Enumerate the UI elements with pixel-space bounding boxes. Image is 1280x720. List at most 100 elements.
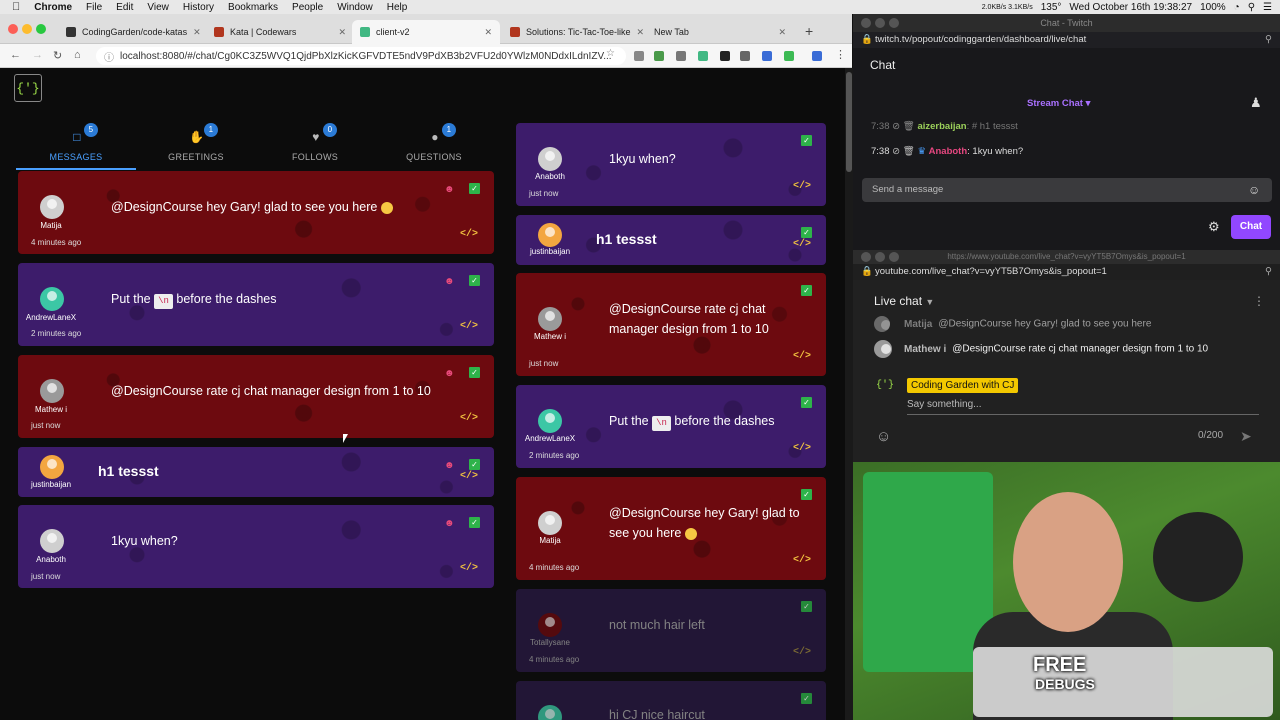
extension-icon[interactable]	[812, 51, 822, 61]
checkbox-checked-icon[interactable]: ✓	[801, 285, 812, 296]
checkbox-checked-icon[interactable]: ✓	[469, 517, 480, 528]
wifi-icon[interactable]: ◔	[1234, 2, 1240, 13]
minimize-window-icon[interactable]	[875, 18, 885, 28]
minimize-window-icon[interactable]	[875, 252, 885, 262]
maximize-window-icon[interactable]	[36, 24, 46, 34]
zoom-icon[interactable]: ⚲	[1265, 264, 1272, 280]
menu-people[interactable]: People	[292, 2, 323, 13]
new-tab-icon[interactable]: +	[805, 23, 813, 39]
code-icon[interactable]: </>	[793, 555, 811, 566]
checkbox-checked-icon[interactable]: ✓	[469, 367, 480, 378]
user-add-icon[interactable]: ☻	[444, 518, 458, 529]
close-window-icon[interactable]	[861, 252, 871, 262]
vue-devtools-icon[interactable]	[698, 51, 708, 61]
tab-follows[interactable]: ♥ 0 FOLLOWS	[255, 118, 375, 170]
browser-tab-solutions[interactable]: Solutions: Tic-Tac-Toe-like ✕	[502, 20, 650, 44]
message-card[interactable]: Totallysane 4 minutes ago not much hair …	[516, 589, 826, 672]
checkbox-checked-icon[interactable]: ✓	[801, 693, 812, 704]
chat-username[interactable]: Anaboth	[929, 146, 968, 157]
close-tab-icon[interactable]: ✕	[338, 27, 346, 38]
minimize-window-icon[interactable]	[22, 24, 32, 34]
address-bar[interactable]: ⓘ localhost:8080/#/chat/Cg0KC3Z5WVQ1QjdP…	[96, 47, 626, 65]
more-menu-icon[interactable]: ⋮	[835, 48, 846, 61]
message-card[interactable]: AndrewLaneX 2 minutes ago Put the \n bef…	[516, 385, 826, 468]
message-card[interactable]: Mathew i just now @DesignCourse rate cj …	[516, 273, 826, 376]
extension-icon[interactable]	[762, 51, 772, 61]
close-tab-icon[interactable]: ✕	[484, 27, 492, 38]
code-icon[interactable]: </>	[460, 471, 478, 482]
menu-window[interactable]: Window	[337, 2, 373, 13]
maximize-window-icon[interactable]	[889, 18, 899, 28]
menu-view[interactable]: View	[147, 2, 169, 13]
menubar-app-name[interactable]: Chrome	[34, 2, 72, 13]
checkbox-checked-icon[interactable]: ✓	[469, 275, 480, 286]
send-icon[interactable]: ➤	[1240, 428, 1252, 445]
checkbox-checked-icon[interactable]: ✓	[469, 459, 480, 470]
user-add-icon[interactable]: ☻	[444, 460, 458, 471]
close-window-icon[interactable]	[861, 18, 871, 28]
app-logo[interactable]: {'}	[14, 74, 42, 102]
user-add-icon[interactable]: ☻	[444, 368, 458, 379]
users-icon[interactable]: ♟	[1250, 95, 1262, 111]
code-icon[interactable]: </>	[793, 181, 811, 192]
forward-icon[interactable]: →	[32, 49, 43, 61]
extension-icon[interactable]	[676, 51, 686, 61]
browser-tab-code-katas[interactable]: CodingGarden/code-katas ✕	[58, 20, 206, 44]
close-window-icon[interactable]	[8, 24, 18, 34]
code-icon[interactable]: </>	[793, 443, 811, 454]
extension-icon[interactable]	[634, 51, 644, 61]
menu-edit[interactable]: Edit	[116, 2, 133, 13]
reload-icon[interactable]: ↻	[53, 49, 62, 62]
user-add-icon[interactable]: ☻	[444, 276, 458, 287]
code-icon[interactable]: </>	[793, 647, 811, 658]
message-card[interactable]: AndrewLaneX 2 minutes ago Put the \n bef…	[18, 263, 494, 346]
message-card[interactable]: Anaboth just now 1kyu when? ✓ </>	[516, 123, 826, 206]
twitch-message-input[interactable]: Send a message	[862, 178, 1272, 202]
code-icon[interactable]: </>	[793, 351, 811, 362]
checkbox-checked-icon[interactable]: ✓	[801, 489, 812, 500]
emoji-icon[interactable]: ☺	[876, 428, 891, 445]
menu-help[interactable]: Help	[387, 2, 408, 13]
bookmark-star-icon[interactable]: ☆	[606, 48, 616, 59]
youtube-message-input[interactable]: Say something...	[907, 399, 981, 410]
code-icon[interactable]: </>	[460, 229, 478, 240]
info-icon[interactable]: ⓘ	[104, 49, 114, 64]
live-chat-dropdown[interactable]: Live chat ▼	[874, 294, 934, 308]
message-card[interactable]: justinbaijan h1 tessst ✓ </>	[516, 215, 826, 265]
tab-questions[interactable]: ● 1 QUESTIONS	[374, 118, 494, 170]
code-icon[interactable]: </>	[793, 239, 811, 250]
message-card[interactable]: Anaboth just now 1kyu when? ☻ ✓ </>	[18, 505, 494, 588]
code-icon[interactable]: </>	[460, 321, 478, 332]
browser-tab-codewars[interactable]: Kata | Codewars ✕	[206, 20, 354, 44]
checkbox-checked-icon[interactable]: ✓	[801, 135, 812, 146]
menu-icon[interactable]: ☰	[1263, 2, 1272, 13]
apple-icon[interactable]: 	[12, 1, 20, 13]
message-card[interactable]: justinbaijan h1 tessst ☻ ✓ </>	[18, 447, 494, 497]
more-options-icon[interactable]: ⋮	[1253, 294, 1265, 308]
tab-messages[interactable]: □ 5 MESSAGES	[16, 118, 136, 170]
message-card[interactable]: hi CJ nice haircut ✓	[516, 681, 826, 720]
menu-file[interactable]: File	[86, 2, 102, 13]
checkbox-checked-icon[interactable]: ✓	[801, 397, 812, 408]
zoom-icon[interactable]: ⚲	[1265, 32, 1272, 48]
stream-chat-dropdown[interactable]: Stream Chat ▾	[1027, 98, 1090, 109]
home-icon[interactable]: ⌂	[74, 49, 81, 61]
search-icon[interactable]: ⚲	[1248, 2, 1255, 13]
menu-history[interactable]: History	[183, 2, 214, 13]
checkbox-checked-icon[interactable]: ✓	[469, 183, 480, 194]
message-card[interactable]: Matija 4 minutes ago @DesignCourse hey G…	[18, 171, 494, 254]
user-add-icon[interactable]: ☻	[444, 184, 458, 195]
close-tab-icon[interactable]: ✕	[778, 27, 786, 38]
code-icon[interactable]: </>	[460, 563, 478, 574]
menu-bookmarks[interactable]: Bookmarks	[228, 2, 278, 13]
maximize-window-icon[interactable]	[889, 252, 899, 262]
battery[interactable]: 100%	[1200, 2, 1226, 13]
chat-username[interactable]: Matija	[904, 319, 932, 330]
clock[interactable]: Wed October 16th 19:38:27	[1069, 2, 1192, 13]
message-card[interactable]: Mathew i just now @DesignCourse rate cj …	[18, 355, 494, 438]
scrollbar-thumb[interactable]	[846, 72, 852, 172]
extension-icon[interactable]	[654, 51, 664, 61]
browser-tab-client-v2[interactable]: client-v2 ✕	[352, 20, 500, 44]
mod-icons[interactable]: ⊘ 🗑	[892, 146, 915, 157]
emote-icon[interactable]: ☺	[1248, 183, 1260, 197]
